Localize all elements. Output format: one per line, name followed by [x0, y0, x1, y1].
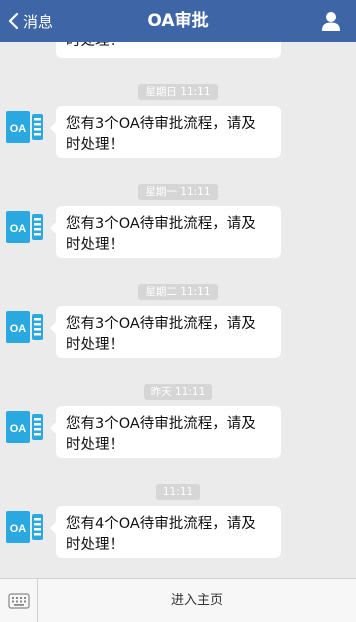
timestamp: 11:11 — [0, 480, 356, 500]
message-text-line1: 您有3个OA待审批流程，请及 — [66, 216, 256, 232]
chevron-left-icon — [8, 12, 19, 30]
nav-header: 消息 OA审批 — [0, 0, 356, 42]
timestamp: 昨天 11:11 — [0, 380, 356, 400]
keyboard-toggle-button[interactable] — [0, 579, 38, 622]
timestamp: 星期一 11:11 — [0, 180, 356, 200]
oa-app-icon[interactable]: OA — [6, 108, 44, 146]
oa-app-icon: OA — [6, 111, 43, 143]
message-text-line1: 您有3个OA待审批流程，请及 — [66, 116, 256, 132]
keyboard-icon — [7, 593, 30, 609]
svg-text:OA: OA — [10, 423, 27, 435]
oa-app-icon: OA — [6, 511, 43, 543]
message-bubble[interactable]: 您有3个OA待审批流程，请及 时处理！ — [50, 206, 281, 258]
person-icon — [322, 12, 340, 31]
message-text-line1: 您有4个OA待审批流程，请及 — [66, 516, 256, 532]
timestamp: 星期二 11:11 — [0, 280, 356, 300]
svg-text:OA: OA — [10, 523, 27, 535]
message-text-line1: 您有3个OA待审批流程，请及 — [66, 316, 256, 332]
oa-app-icon: OA — [6, 411, 43, 443]
message-text-line2: 时处理！ — [66, 137, 124, 153]
oa-app-icon: OA — [6, 211, 43, 243]
svg-text:OA: OA — [10, 123, 27, 135]
message-bubble[interactable]: 您有3个OA待审批流程，请及 时处理！ — [50, 406, 281, 458]
svg-text:OA: OA — [10, 323, 27, 335]
message-text-line2: 时处理！ — [66, 237, 124, 253]
oa-app-icon[interactable]: OA — [6, 508, 44, 546]
user-profile-button[interactable] — [320, 10, 342, 32]
timestamp: 星期日 11:11 — [0, 80, 356, 100]
message-text-line2: 时处理！ — [66, 437, 124, 453]
back-label: 消息 — [23, 12, 54, 31]
message-feed[interactable]: 时处理！ 星期日 11:11 OA 您有3个OA待审批流程，请及 时处理！ 星期… — [0, 42, 356, 578]
message-bubble[interactable]: 您有3个OA待审批流程，请及 时处理！ — [50, 306, 281, 358]
back-button[interactable]: 消息 — [8, 0, 53, 42]
oa-app-icon: OA — [6, 311, 43, 343]
message-text: 时处理！ — [66, 42, 124, 52]
oa-app-icon[interactable]: OA — [6, 408, 44, 446]
message-bubble-partial[interactable]: 时处理！ — [56, 42, 281, 58]
enter-home-button[interactable]: 进入主页 — [38, 579, 356, 622]
oa-app-icon[interactable]: OA — [6, 208, 44, 246]
message-bubble[interactable]: 您有3个OA待审批流程，请及 时处理！ — [50, 106, 281, 158]
message-text-line1: 您有3个OA待审批流程，请及 — [66, 416, 256, 432]
message-text-line2: 时处理！ — [66, 337, 124, 353]
message-text-line2: 时处理！ — [66, 537, 124, 553]
page-title: OA审批 — [147, 11, 209, 31]
oa-app-icon[interactable]: OA — [6, 308, 44, 346]
bottom-menu-bar: 进入主页 — [0, 578, 356, 622]
message-bubble[interactable]: 您有4个OA待审批流程，请及 时处理！ — [50, 506, 281, 558]
svg-text:OA: OA — [10, 223, 27, 235]
